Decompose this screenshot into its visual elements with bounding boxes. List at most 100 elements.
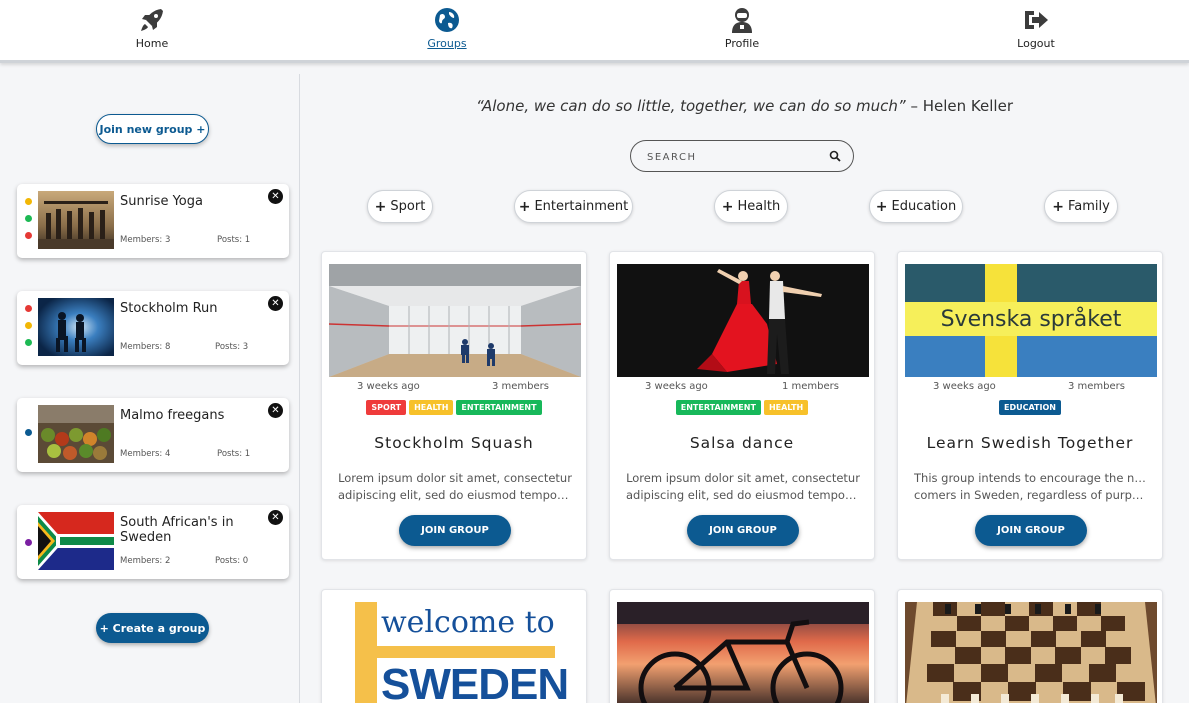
nav-home[interactable]: Home — [107, 6, 197, 50]
created-time: 3 weeks ago — [357, 381, 420, 392]
group-title: Learn Swedish Together — [926, 434, 1134, 452]
plus-icon: + — [875, 198, 888, 215]
close-icon[interactable]: ✕ — [268, 510, 283, 525]
tag-sport: SPORT — [366, 400, 407, 415]
nav-logout-label: Logout — [1017, 37, 1055, 50]
bicycle-sunset-image — [617, 602, 869, 703]
nav-groups[interactable]: Groups — [402, 6, 492, 50]
squash-court-image — [329, 264, 581, 377]
category-dot — [25, 215, 32, 222]
description-line: Lorem ipsum dolor sit amet, consectetur — [626, 471, 860, 485]
category-label: Health — [737, 199, 781, 214]
banner-text: Svenska språket — [940, 307, 1122, 332]
close-icon[interactable]: ✕ — [268, 189, 283, 204]
group-thumbnail — [38, 298, 114, 356]
category-dot — [25, 429, 32, 436]
close-icon[interactable]: ✕ — [268, 403, 283, 418]
group-title: Salsa dance — [689, 434, 795, 452]
category-dot — [25, 322, 32, 329]
group-card[interactable]: welcome to SWEDEN — [321, 589, 587, 703]
group-name: Sunrise Yoga — [120, 194, 203, 209]
category-chip-entertainment[interactable]: + Entertainment — [514, 190, 633, 223]
top-navigation: Home Groups Profile Logout — [0, 0, 1189, 63]
nav-home-label: Home — [135, 37, 169, 50]
group-card-south-africans[interactable]: South African's in Sweden Members: 2 Pos… — [17, 505, 289, 579]
quote-author: – Helen Keller — [905, 97, 1013, 115]
category-chip-education[interactable]: + Education — [869, 190, 963, 223]
category-chip-sport[interactable]: + Sport — [367, 190, 433, 223]
banner-text: welcome to — [381, 605, 555, 640]
user-icon — [732, 8, 752, 33]
tag-education: EDUCATION — [999, 400, 1061, 415]
join-new-group-button[interactable]: Join new group + — [96, 114, 209, 144]
group-card[interactable] — [897, 589, 1163, 703]
chessboard-image — [905, 602, 1157, 703]
swedish-flag-banner-image: Svenska språket — [905, 264, 1157, 377]
description-line: comers in Sweden, regardless of purpose … — [914, 488, 1148, 502]
tag-list: SPORT HEALTH ENTERTAINMENT — [322, 400, 586, 415]
group-description: Lorem ipsum dolor sit amet, consectetur … — [626, 470, 860, 504]
nav-groups-label: Groups — [427, 37, 467, 50]
category-dots — [25, 429, 33, 446]
group-members-count: Members: 2 — [120, 556, 171, 566]
group-card-stockholm-run[interactable]: Stockholm Run Members: 8 Posts: 3 ✕ — [17, 291, 289, 365]
close-icon[interactable]: ✕ — [268, 296, 283, 311]
group-card[interactable]: 3 weeks ago 1 members ENTERTAINMENT HEALT… — [609, 251, 875, 560]
group-members-count: Members: 4 — [120, 449, 171, 459]
banner-text: SWEDEN — [381, 660, 569, 703]
group-thumbnail — [38, 191, 114, 249]
category-chip-family[interactable]: + Family — [1044, 190, 1118, 223]
search-bar — [630, 140, 854, 172]
group-members-count: Members: 8 — [120, 342, 171, 352]
group-card[interactable]: 3 weeks ago 3 members SPORT HEALTH ENTERTA… — [321, 251, 587, 560]
create-group-button[interactable]: + Create a group — [96, 613, 209, 643]
group-members-count: Members: 3 — [120, 235, 171, 245]
join-group-button[interactable]: JOIN GROUP — [975, 515, 1087, 546]
category-label: Sport — [390, 199, 426, 214]
category-dot — [25, 305, 32, 312]
group-name: Stockholm Run — [120, 301, 218, 316]
join-group-button[interactable]: JOIN GROUP — [687, 515, 799, 546]
category-dots — [25, 198, 33, 249]
category-label: Entertainment — [534, 199, 629, 214]
inspirational-quote: “Alone, we can do so little, together, w… — [300, 97, 1189, 115]
description-line: This group intends to encourage the new — [914, 471, 1148, 485]
plus-icon: + — [518, 198, 531, 215]
salsa-dancers-image — [617, 264, 869, 377]
created-time: 3 weeks ago — [933, 381, 996, 392]
category-label: Education — [891, 199, 957, 214]
welcome-to-sweden-image: welcome to SWEDEN — [329, 602, 581, 703]
description-line: Lorem ipsum dolor sit amet, consectetur — [338, 471, 572, 485]
group-card[interactable]: Svenska språket 3 weeks ago 3 members ED… — [897, 251, 1163, 560]
nav-logout[interactable]: Logout — [991, 6, 1081, 50]
group-name: South African's in Sweden — [120, 515, 234, 545]
group-card-sunrise-yoga[interactable]: Sunrise Yoga Members: 3 Posts: 1 ✕ — [17, 184, 289, 258]
category-chip-health[interactable]: + Health — [714, 190, 788, 223]
member-count: 1 members — [782, 381, 839, 392]
category-dot — [25, 198, 32, 205]
tag-list: EDUCATION — [898, 400, 1162, 415]
group-card[interactable] — [609, 589, 875, 703]
category-dot — [25, 232, 32, 239]
nav-profile[interactable]: Profile — [697, 6, 787, 50]
group-posts-count: Posts: 3 — [215, 342, 249, 352]
group-posts-count: Posts: 1 — [217, 235, 251, 245]
group-posts-count: Posts: 0 — [215, 556, 249, 566]
group-title: Stockholm Squash — [374, 434, 534, 452]
quote-text: “Alone, we can do so little, together, w… — [476, 97, 906, 115]
category-dot — [25, 339, 32, 346]
tag-entertainment: ENTERTAINMENT — [456, 400, 542, 415]
search-icon[interactable] — [829, 150, 841, 162]
group-card-malmo-freegans[interactable]: Malmo freegans Members: 4 Posts: 1 ✕ — [17, 398, 289, 472]
tag-health: HEALTH — [763, 400, 809, 415]
category-label: Family — [1067, 199, 1110, 214]
created-time: 3 weeks ago — [645, 381, 708, 392]
join-group-button[interactable]: JOIN GROUP — [399, 515, 511, 546]
category-dots — [25, 305, 33, 356]
description-line: adipiscing elit, sed do eiusmod tempor i… — [338, 488, 572, 502]
group-description: Lorem ipsum dolor sit amet, consectetur … — [338, 470, 572, 504]
sidebar: Join new group + Sunrise Yoga Members: 3… — [0, 74, 300, 703]
search-input[interactable] — [647, 148, 817, 166]
plus-icon: + — [1052, 198, 1064, 215]
tag-entertainment: ENTERTAINMENT — [675, 400, 761, 415]
